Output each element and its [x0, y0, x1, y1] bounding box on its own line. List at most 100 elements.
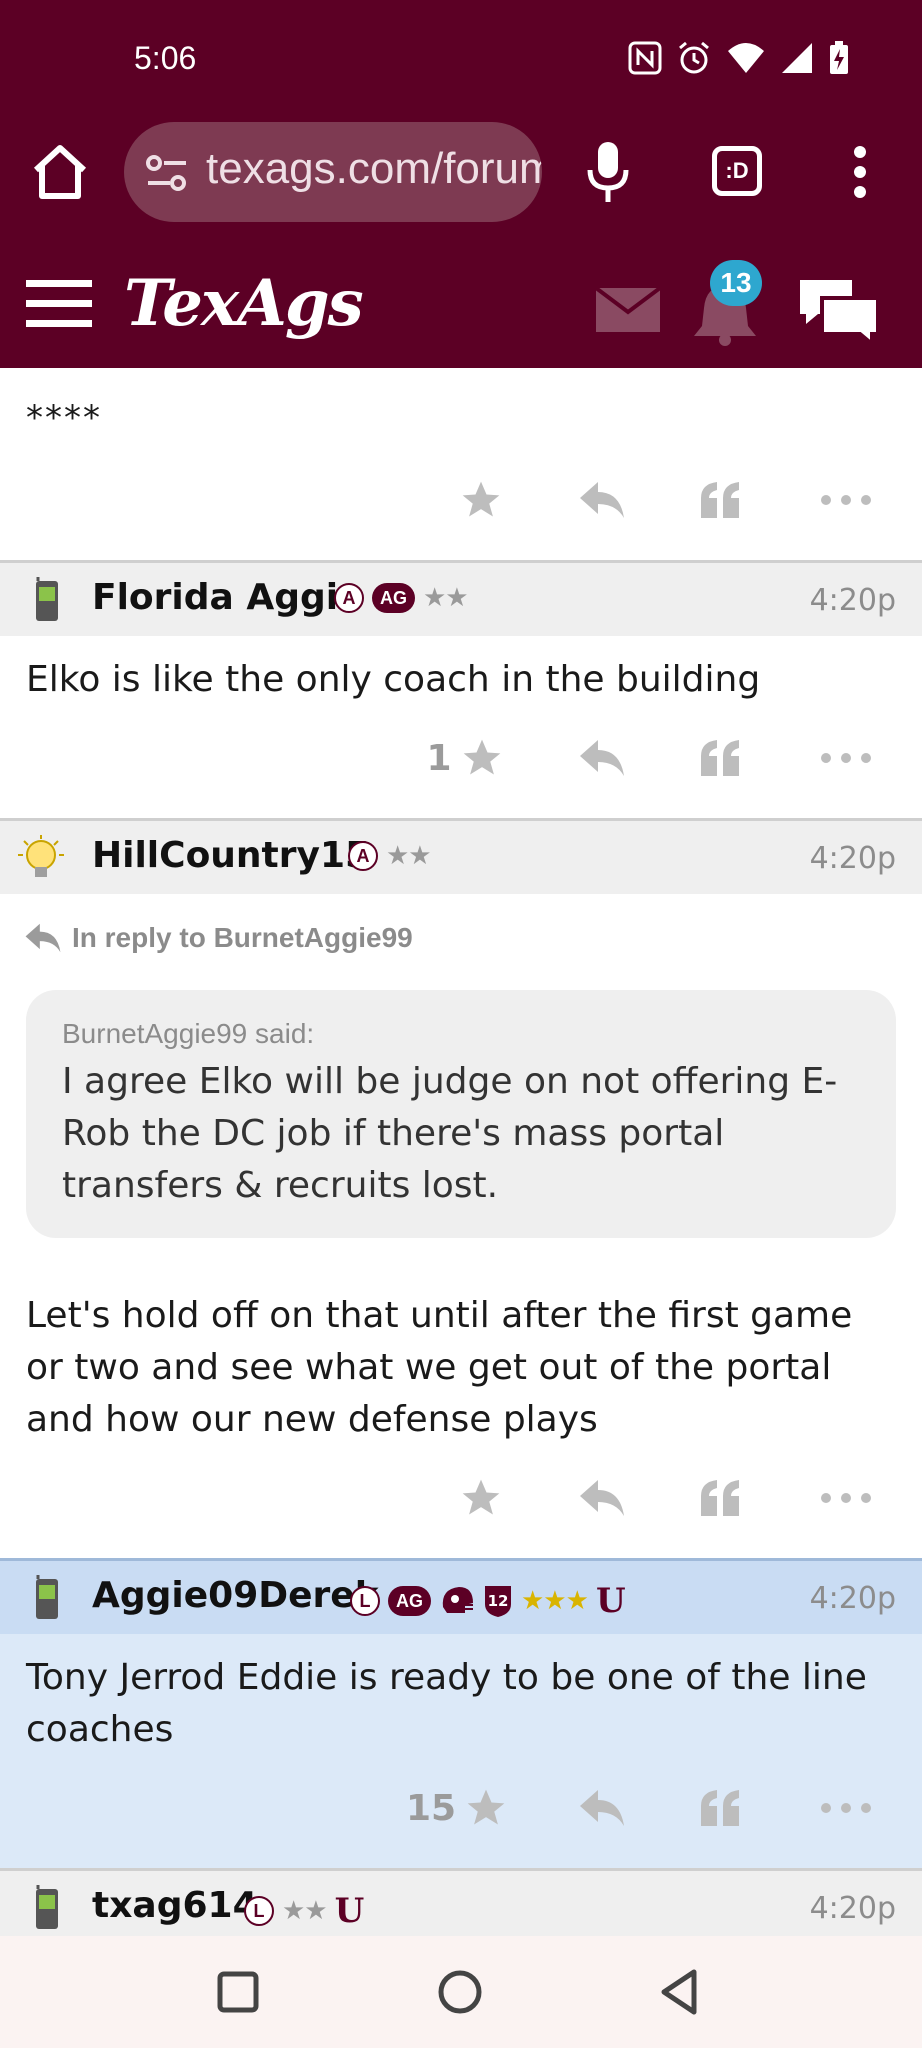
- star-icon: [463, 739, 500, 775]
- post-body-text: Elko is like the only coach in the build…: [26, 659, 761, 700]
- home-circle-icon[interactable]: [434, 1966, 486, 2018]
- badge-l: L: [350, 1586, 380, 1616]
- lightbulb-avatar-icon[interactable]: [14, 835, 68, 883]
- star-icon: [467, 1789, 505, 1825]
- star-button[interactable]: [456, 1468, 506, 1528]
- post-actions: 1: [0, 728, 922, 788]
- phone-avatar-icon[interactable]: [24, 577, 68, 625]
- url-bar-row: texags.com/forums :D: [0, 120, 922, 224]
- reply-button[interactable]: [574, 1778, 630, 1838]
- user-badges: A ★★: [348, 841, 432, 871]
- post-header: Aggie09Derek L AG 12 ★★★ U 4:20p: [0, 1558, 922, 1634]
- more-dots-icon: [821, 1493, 871, 1503]
- recent-apps-icon[interactable]: [212, 1966, 264, 2018]
- more-options-button[interactable]: [818, 470, 874, 530]
- reply-button[interactable]: [574, 470, 630, 530]
- post-header: HillCountry15 A ★★ 4:20p: [0, 818, 922, 894]
- post-actions: [0, 1468, 922, 1528]
- star-button[interactable]: 15: [404, 1778, 510, 1838]
- badge-l: L: [244, 1896, 274, 1926]
- star-icon: [462, 1479, 500, 1515]
- reply-button[interactable]: [574, 728, 630, 788]
- star-button[interactable]: [456, 470, 506, 530]
- post-time[interactable]: 4:20p: [810, 1891, 896, 1926]
- phone-avatar-icon[interactable]: [24, 1575, 68, 1623]
- battery-charging-icon: [830, 41, 848, 74]
- more-menu-icon[interactable]: [848, 140, 872, 204]
- badge-a: A: [348, 841, 378, 871]
- star-count: 15: [405, 1787, 457, 1829]
- system-navigation-bar: [0, 1936, 922, 2048]
- quote-icon: [701, 1790, 739, 1826]
- hamburger-menu-icon[interactable]: [26, 278, 92, 330]
- badge-stars: ★★: [386, 841, 432, 871]
- quote-button[interactable]: [696, 728, 746, 788]
- username[interactable]: Florida Aggie: [92, 577, 363, 618]
- site-settings-icon[interactable]: [144, 150, 190, 196]
- post-time[interactable]: 4:20p: [810, 583, 896, 618]
- quote-button[interactable]: [696, 1778, 746, 1838]
- status-bar: 5:06: [0, 0, 922, 120]
- tab-switcher-button[interactable]: :D: [712, 146, 762, 196]
- post-body-text: Tony Jerrod Eddie is ready to be one of …: [26, 1657, 867, 1750]
- more-dots-icon: [821, 1803, 871, 1813]
- badge-stars: ★★: [282, 1896, 328, 1926]
- quote-button[interactable]: [696, 470, 746, 530]
- quote-author: BurnetAggie99 said:: [62, 1018, 315, 1049]
- post-body-text: ****: [26, 398, 102, 438]
- wifi-icon: [728, 43, 764, 73]
- quote-text: I agree Elko will be judge on not offeri…: [62, 1061, 838, 1206]
- quote-icon: [701, 1480, 739, 1516]
- star-button[interactable]: 1: [420, 728, 510, 788]
- reply-button[interactable]: [574, 1468, 630, 1528]
- notification-count-badge[interactable]: 13: [710, 260, 762, 306]
- post-actions: 15: [0, 1778, 922, 1838]
- more-options-button[interactable]: [818, 1778, 874, 1838]
- phone-avatar-icon[interactable]: [24, 1885, 68, 1933]
- quote-button[interactable]: [696, 1468, 746, 1528]
- username[interactable]: txag614: [92, 1885, 258, 1926]
- star-count: 1: [426, 737, 452, 779]
- username[interactable]: Aggie09Derek: [92, 1575, 379, 1616]
- url-text: texags.com/forums: [206, 144, 542, 193]
- site-header: TexAgs 13: [0, 248, 922, 368]
- post-header: txag614 L ★★ U 4:20p: [0, 1868, 922, 1936]
- badge-stars: ★★★: [521, 1586, 589, 1616]
- badge-stars: ★★: [423, 583, 469, 613]
- more-options-button[interactable]: [818, 1468, 874, 1528]
- in-reply-to-text: In reply to BurnetAggie99: [72, 922, 413, 953]
- browser-top-bar: 5:06 texags.com/forums :D TexAgs 13: [0, 0, 922, 368]
- back-triangle-icon[interactable]: [654, 1966, 706, 2018]
- post-header: Florida Aggie A AG ★★ 4:20p: [0, 560, 922, 636]
- status-icons: [628, 40, 850, 76]
- more-options-button[interactable]: [818, 728, 874, 788]
- svg-text:12: 12: [488, 1592, 509, 1610]
- texags-logo[interactable]: TexAgs: [124, 266, 364, 341]
- status-time: 5:06: [134, 40, 197, 76]
- badge-u: U: [595, 1581, 626, 1621]
- quote-icon: [701, 740, 739, 776]
- reply-icon: [580, 482, 624, 518]
- mail-icon[interactable]: [596, 288, 660, 332]
- in-reply-to-link[interactable]: In reply to BurnetAggie99: [24, 922, 413, 954]
- home-icon[interactable]: [28, 140, 92, 204]
- nfc-icon: [628, 41, 662, 75]
- url-field[interactable]: texags.com/forums: [124, 122, 542, 222]
- post-time[interactable]: 4:20p: [810, 841, 896, 876]
- twelfth-man-badge-icon: 12: [485, 1586, 511, 1617]
- more-dots-icon: [821, 495, 871, 505]
- microphone-icon[interactable]: [582, 138, 634, 206]
- reply-icon: [580, 1480, 624, 1516]
- post-body-text: Let's hold off on that until after the f…: [26, 1295, 853, 1440]
- star-icon: [462, 481, 500, 517]
- badge-ag: AG: [372, 583, 415, 613]
- post-time[interactable]: 4:20p: [810, 1581, 896, 1616]
- username[interactable]: HillCountry15: [92, 835, 370, 876]
- user-badges: L ★★ U: [244, 1891, 364, 1931]
- alarm-icon: [679, 41, 709, 74]
- chat-icon[interactable]: [796, 276, 882, 346]
- quote-icon: [701, 482, 739, 518]
- user-badges: L AG 12 ★★★ U: [350, 1581, 626, 1621]
- reply-icon: [25, 923, 61, 953]
- reply-icon: [580, 1790, 624, 1826]
